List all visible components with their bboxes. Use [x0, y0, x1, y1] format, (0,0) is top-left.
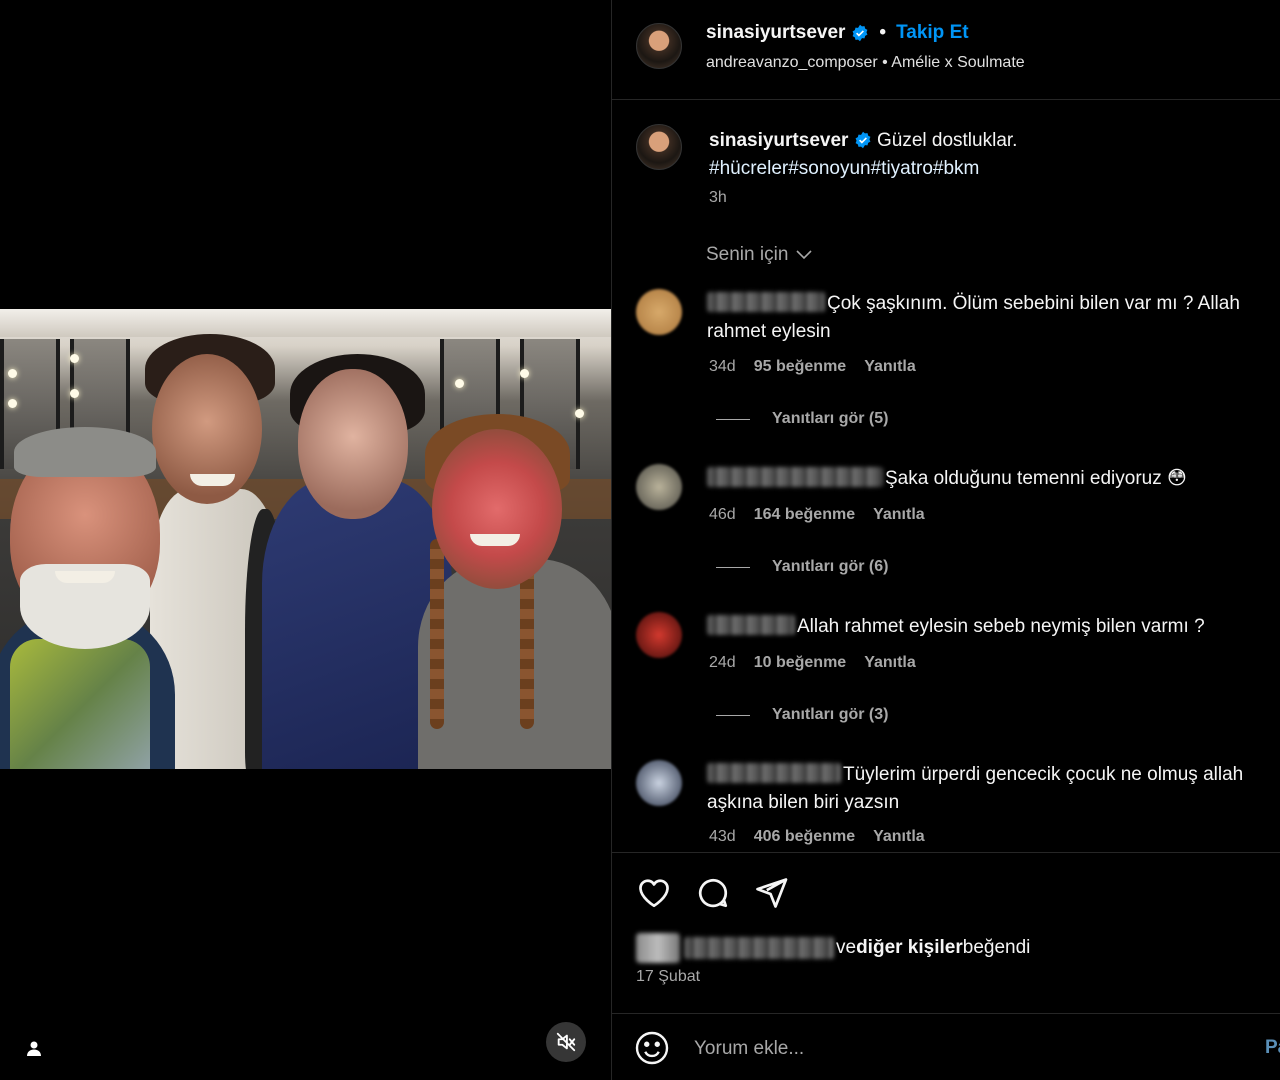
- sort-label: Senin için: [706, 244, 789, 265]
- emoji-icon: [635, 1031, 669, 1065]
- paper-plane-icon: [756, 878, 788, 908]
- post-comment-button[interactable]: Paylaş: [1265, 1037, 1280, 1059]
- caption-text: Güzel dostluklar.: [876, 130, 1018, 151]
- photo-bulb: [455, 379, 464, 388]
- commenter-avatar[interactable]: [636, 612, 682, 658]
- comment-text: Allah rahmet eylesin sebeb neymiş bilen …: [797, 616, 1205, 637]
- reply-button[interactable]: Yanıtla: [864, 358, 916, 376]
- photo-bulb: [575, 409, 584, 418]
- post-side-panel: sinasiyurtsever • Takip Et andreavanzo_c…: [611, 0, 1280, 1080]
- liked-by-others-link[interactable]: diğer kişiler: [856, 937, 963, 959]
- comment-composer: Paylaş: [612, 1013, 1280, 1080]
- audio-subtitle[interactable]: andreavanzo_composer • Amélie x Soulmate: [706, 54, 1025, 72]
- person-1-smile: [55, 571, 115, 583]
- person-4-smile: [470, 534, 520, 546]
- user-tag-icon: [27, 1041, 41, 1056]
- liker-username-blurred[interactable]: [684, 937, 834, 959]
- comment-like-count[interactable]: 10 beğenme: [754, 654, 846, 672]
- person-1-hair: [14, 427, 156, 477]
- view-replies-label: Yanıtları gör (6): [772, 558, 889, 575]
- view-replies-button[interactable]: Yanıtları gör (6): [716, 558, 888, 576]
- chevron-down-icon: [796, 250, 812, 260]
- header-separator: •: [879, 22, 887, 43]
- comments-list[interactable]: sinasiyurtsever Güzel dostluklar. #hücre…: [612, 101, 1280, 852]
- liked-by-prefix: ve: [836, 937, 857, 958]
- liked-by-summary[interactable]: ve diğer kişiler beğendi: [636, 933, 1030, 963]
- caption-author-avatar[interactable]: [636, 124, 682, 170]
- photo-bulb: [70, 389, 79, 398]
- verified-badge-icon: [854, 131, 872, 149]
- person-2-smile: [190, 474, 235, 486]
- liker-avatars-blurred[interactable]: [636, 933, 680, 963]
- comment-like-count[interactable]: 95 beğenme: [754, 358, 846, 376]
- caption-hashtags[interactable]: #hücreler#sonoyun#tiyatro#bkm: [709, 158, 979, 179]
- speaker-muted-icon: [556, 1032, 576, 1052]
- post-media-pane: [0, 0, 611, 1080]
- replies-divider: [716, 714, 750, 716]
- comment-button[interactable]: [695, 875, 731, 911]
- photo-bulb: [70, 354, 79, 363]
- reply-button[interactable]: Yanıtla: [864, 654, 916, 672]
- view-replies-button[interactable]: Yanıtları gör (3): [716, 706, 888, 724]
- post-photo[interactable]: [0, 309, 611, 769]
- view-replies-label: Yanıtları gör (5): [772, 410, 889, 427]
- comment-like-count[interactable]: 406 beğenme: [754, 828, 855, 846]
- caption-timestamp[interactable]: 3h: [709, 189, 727, 207]
- person-4-face: [432, 429, 562, 589]
- person-1-vest: [10, 639, 150, 769]
- reply-button[interactable]: Yanıtla: [873, 828, 925, 846]
- comment-bubble-icon: [698, 878, 728, 908]
- comment-text: Şaka olduğunu temenni ediyoruz 😳: [885, 468, 1187, 489]
- comment-like-count[interactable]: 164 beğenme: [754, 506, 855, 524]
- person-4-shirt: [418, 559, 611, 769]
- replies-divider: [716, 418, 750, 420]
- photo-bulb: [8, 369, 17, 378]
- emoji-picker-button[interactable]: [634, 1030, 670, 1066]
- caption-username[interactable]: sinasiyurtsever: [709, 130, 848, 151]
- reply-button[interactable]: Yanıtla: [873, 506, 925, 524]
- commenter-avatar[interactable]: [636, 760, 682, 806]
- person-3-face: [298, 369, 408, 519]
- replies-divider: [716, 566, 750, 568]
- comment-timestamp[interactable]: 24d: [709, 654, 736, 672]
- commenter-avatar[interactable]: [636, 464, 682, 510]
- person-4-braid: [430, 539, 444, 729]
- author-avatar[interactable]: [636, 23, 682, 69]
- like-button[interactable]: [636, 875, 672, 911]
- view-replies-label: Yanıtları gör (3): [772, 706, 889, 723]
- commenter-username-blurred[interactable]: [707, 292, 825, 312]
- comment-sort-dropdown[interactable]: Senin için: [706, 244, 812, 266]
- commenter-username-blurred[interactable]: [707, 467, 883, 487]
- comment-timestamp[interactable]: 34d: [709, 358, 736, 376]
- view-replies-button[interactable]: Yanıtları gör (5): [716, 410, 888, 428]
- photo-ceiling: [0, 309, 611, 337]
- commenter-username-blurred[interactable]: [707, 763, 841, 783]
- comment-input[interactable]: [694, 1034, 1234, 1064]
- follow-button[interactable]: Takip Et: [896, 22, 969, 44]
- post-date[interactable]: 17 Şubat: [636, 968, 700, 986]
- user-tag-button[interactable]: [22, 1036, 46, 1060]
- comment-timestamp[interactable]: 46d: [709, 506, 736, 524]
- comment-timestamp[interactable]: 43d: [709, 828, 736, 846]
- photo-bulb: [520, 369, 529, 378]
- photo-bulb: [8, 399, 17, 408]
- commenter-avatar[interactable]: [636, 289, 682, 335]
- liked-by-suffix: beğendi: [962, 937, 1031, 958]
- post-actions: ve diğer kişiler beğendi 17 Şubat: [612, 852, 1280, 1012]
- commenter-username-blurred[interactable]: [707, 615, 795, 635]
- verified-badge-icon: [851, 24, 869, 42]
- heart-icon: [639, 879, 669, 908]
- post-header: sinasiyurtsever • Takip Et andreavanzo_c…: [612, 0, 1280, 100]
- mute-button[interactable]: [546, 1022, 586, 1062]
- share-button[interactable]: [753, 875, 789, 911]
- author-username[interactable]: sinasiyurtsever: [706, 22, 845, 44]
